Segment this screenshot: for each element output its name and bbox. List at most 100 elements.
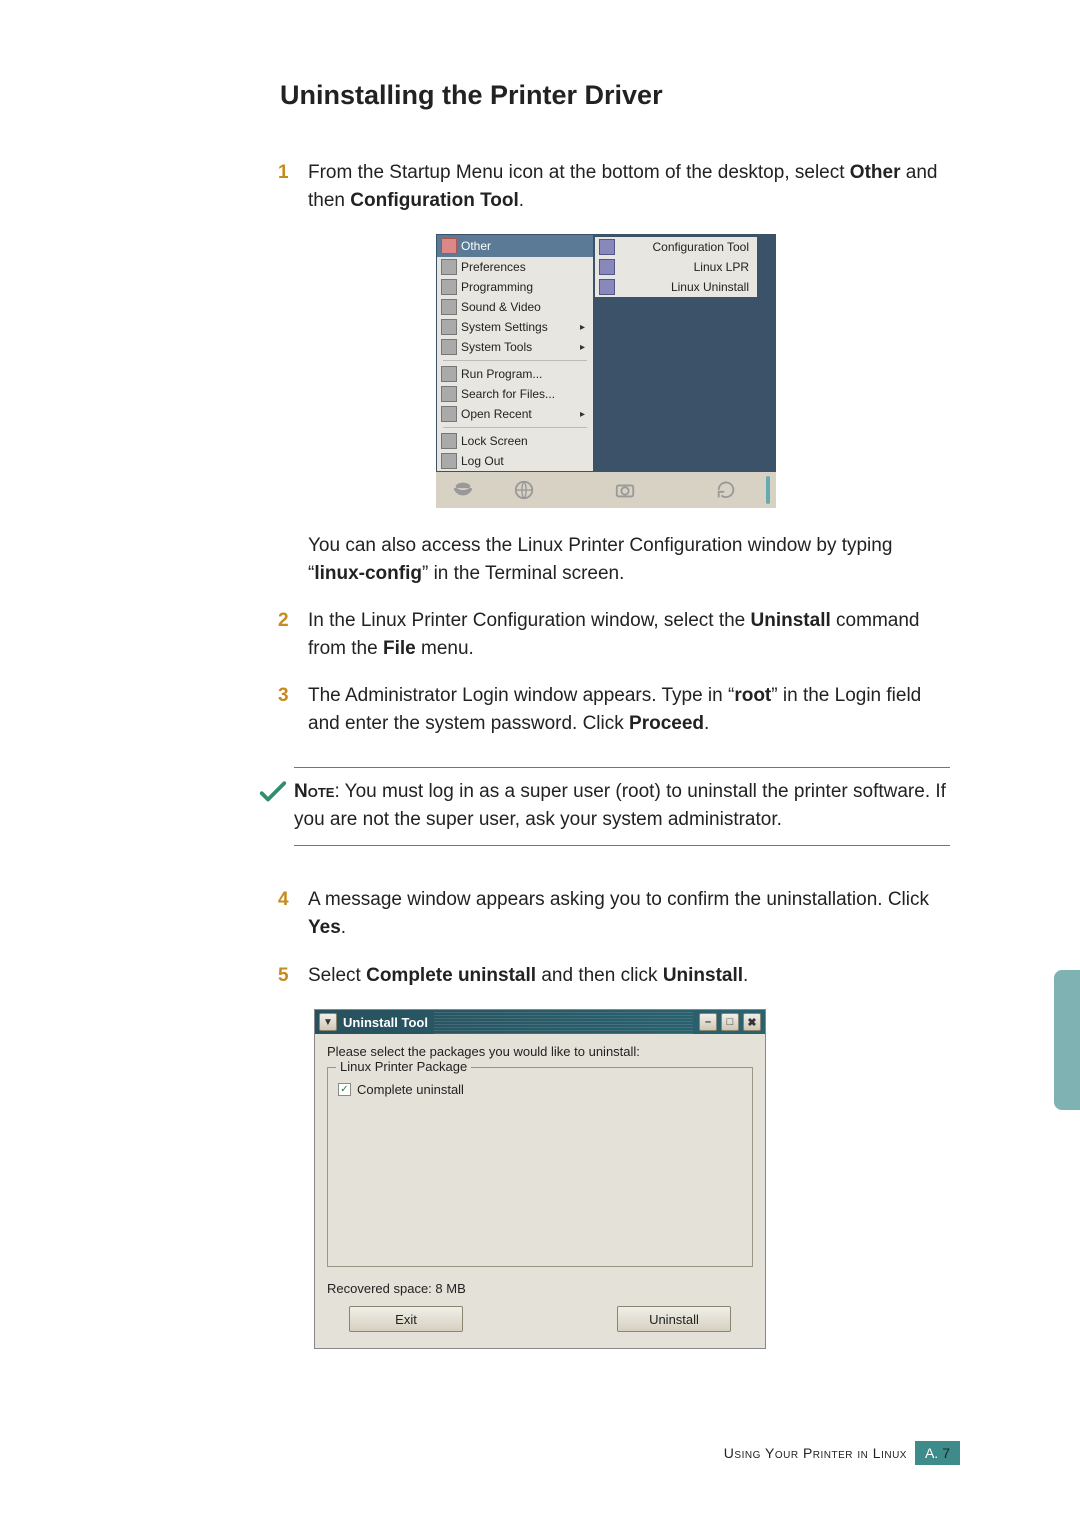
menu-separator — [443, 427, 587, 428]
step-1: 1 From the Startup Menu icon at the bott… — [278, 159, 950, 214]
menu-label: Open Recent — [461, 407, 532, 421]
bold: linux-config — [314, 563, 422, 584]
menu-item-sound-video[interactable]: Sound & Video — [437, 297, 593, 317]
menu-label: Linux LPR — [694, 260, 749, 274]
menu-item-search-files[interactable]: Search for Files... — [437, 384, 593, 404]
footer-text: Using Your Printer in Linux — [724, 1445, 907, 1461]
titlebar-texture — [434, 1010, 693, 1034]
step-3: 3 The Administrator Login window appears… — [278, 682, 950, 737]
package-groupbox: Linux Printer Package ✓ Complete uninsta… — [327, 1067, 753, 1267]
menu-label: Lock Screen — [461, 434, 528, 448]
bold: Proceed — [629, 713, 704, 734]
close-button[interactable]: ✖ — [743, 1013, 761, 1031]
main-menu-column: Other Preferences Programming Sound & Vi… — [437, 235, 593, 471]
bold: Configuration Tool — [350, 190, 519, 211]
text: . — [743, 965, 748, 986]
menu-item-open-recent[interactable]: Open Recent ▸ — [437, 404, 593, 424]
submenu-column: Configuration Tool Linux LPR Linux Unins… — [593, 235, 759, 471]
text: The Administrator Login window appears. … — [308, 685, 734, 706]
page-number: 7 — [942, 1445, 950, 1461]
text: . — [519, 190, 524, 211]
dialog-title: Uninstall Tool — [343, 1015, 428, 1030]
linux-startup-menu-screenshot: Other Preferences Programming Sound & Vi… — [436, 234, 776, 508]
menu-label: System Tools — [461, 340, 532, 354]
note-label: Note — [294, 781, 334, 802]
bold: Uninstall — [751, 610, 831, 631]
menu-item-system-tools[interactable]: System Tools ▸ — [437, 337, 593, 357]
checkbox-icon[interactable]: ✓ — [338, 1083, 351, 1096]
menu-label: Programming — [461, 280, 533, 294]
menu-label: Sound & Video — [461, 300, 541, 314]
taskbar-hat-icon[interactable] — [442, 476, 483, 504]
bold: Yes — [308, 917, 341, 938]
submenu-item-configuration-tool[interactable]: Configuration Tool — [595, 237, 757, 257]
menu-separator — [443, 360, 587, 361]
text: A message window appears asking you to c… — [308, 889, 929, 910]
menu-label: Configuration Tool — [652, 240, 749, 254]
menu-label: Run Program... — [461, 367, 542, 381]
maximize-button[interactable]: □ — [721, 1013, 739, 1031]
menu-item-lock-screen[interactable]: Lock Screen — [437, 431, 593, 451]
text: In the Linux Printer Configuration windo… — [308, 610, 751, 631]
menu-label: System Settings — [461, 320, 548, 334]
bold: Other — [850, 162, 901, 183]
step-text: From the Startup Menu icon at the bottom… — [308, 159, 950, 214]
bold: Uninstall — [663, 965, 743, 986]
dialog-titlebar: ▼ Uninstall Tool – □ ✖ — [315, 1010, 765, 1034]
taskbar-camera-icon[interactable] — [604, 476, 645, 504]
bold: root — [734, 685, 771, 706]
step-4: 4 A message window appears asking you to… — [278, 886, 950, 941]
submenu-item-linux-lpr[interactable]: Linux LPR — [595, 257, 757, 277]
groupbox-legend: Linux Printer Package — [336, 1059, 471, 1074]
page-footer: Using Your Printer in Linux A.7 — [724, 1441, 960, 1465]
step-text: The Administrator Login window appears. … — [308, 682, 950, 737]
taskbar-globe-icon[interactable] — [503, 476, 544, 504]
menu-item-system-settings[interactable]: System Settings ▸ — [437, 317, 593, 337]
submenu-item-linux-uninstall[interactable]: Linux Uninstall — [595, 277, 757, 297]
taskbar-separator — [766, 476, 770, 504]
note-text: : You must log in as a super user (root)… — [294, 781, 946, 830]
text: menu. — [416, 638, 474, 659]
menu-item-programming[interactable]: Programming — [437, 277, 593, 297]
step-5: 5 Select Complete uninstall and then cli… — [278, 962, 950, 990]
step-text: A message window appears asking you to c… — [308, 886, 950, 941]
bold: File — [383, 638, 416, 659]
complete-uninstall-checkbox-row[interactable]: ✓ Complete uninstall — [338, 1082, 742, 1097]
note-block: Note: You must log in as a super user (r… — [258, 767, 950, 846]
uninstall-button[interactable]: Uninstall — [617, 1306, 731, 1332]
step-2: 2 In the Linux Printer Configuration win… — [278, 607, 950, 662]
menu-item-run-program[interactable]: Run Program... — [437, 364, 593, 384]
recovered-space-label: Recovered space: 8 MB — [327, 1281, 753, 1296]
step-text: In the Linux Printer Configuration windo… — [308, 607, 950, 662]
text: From the Startup Menu icon at the bottom… — [308, 162, 850, 183]
submenu-arrow-icon: ▸ — [580, 409, 585, 420]
text: Select — [308, 965, 366, 986]
menu-label: Log Out — [461, 454, 504, 468]
menu-label: Search for Files... — [461, 387, 555, 401]
exit-button[interactable]: Exit — [349, 1306, 463, 1332]
step-number: 2 — [278, 607, 308, 662]
taskbar-refresh-icon[interactable] — [705, 476, 746, 504]
page-title: Uninstalling the Printer Driver — [280, 80, 960, 111]
submenu-arrow-icon: ▸ — [580, 342, 585, 353]
step-number: 5 — [278, 962, 308, 990]
page-prefix: A. — [925, 1445, 938, 1461]
taskbar — [436, 472, 776, 508]
text: and then click — [536, 965, 663, 986]
checkmark-icon — [258, 767, 294, 812]
step-text: Select Complete uninstall and then click… — [308, 962, 950, 990]
note-content: Note: You must log in as a super user (r… — [294, 767, 950, 846]
menu-item-preferences[interactable]: Preferences — [437, 257, 593, 277]
window-menu-button[interactable]: ▼ — [319, 1013, 337, 1031]
text: ” in the Terminal screen. — [422, 563, 624, 584]
menu-item-log-out[interactable]: Log Out — [437, 451, 593, 471]
side-tab — [1054, 970, 1080, 1110]
text: . — [704, 713, 709, 734]
menu-header-other[interactable]: Other — [437, 235, 593, 257]
step-number: 4 — [278, 886, 308, 941]
minimize-button[interactable]: – — [699, 1013, 717, 1031]
step-number: 1 — [278, 159, 308, 214]
submenu-arrow-icon: ▸ — [580, 322, 585, 333]
menu-label: Linux Uninstall — [671, 280, 749, 294]
dialog-prompt: Please select the packages you would lik… — [327, 1044, 753, 1059]
